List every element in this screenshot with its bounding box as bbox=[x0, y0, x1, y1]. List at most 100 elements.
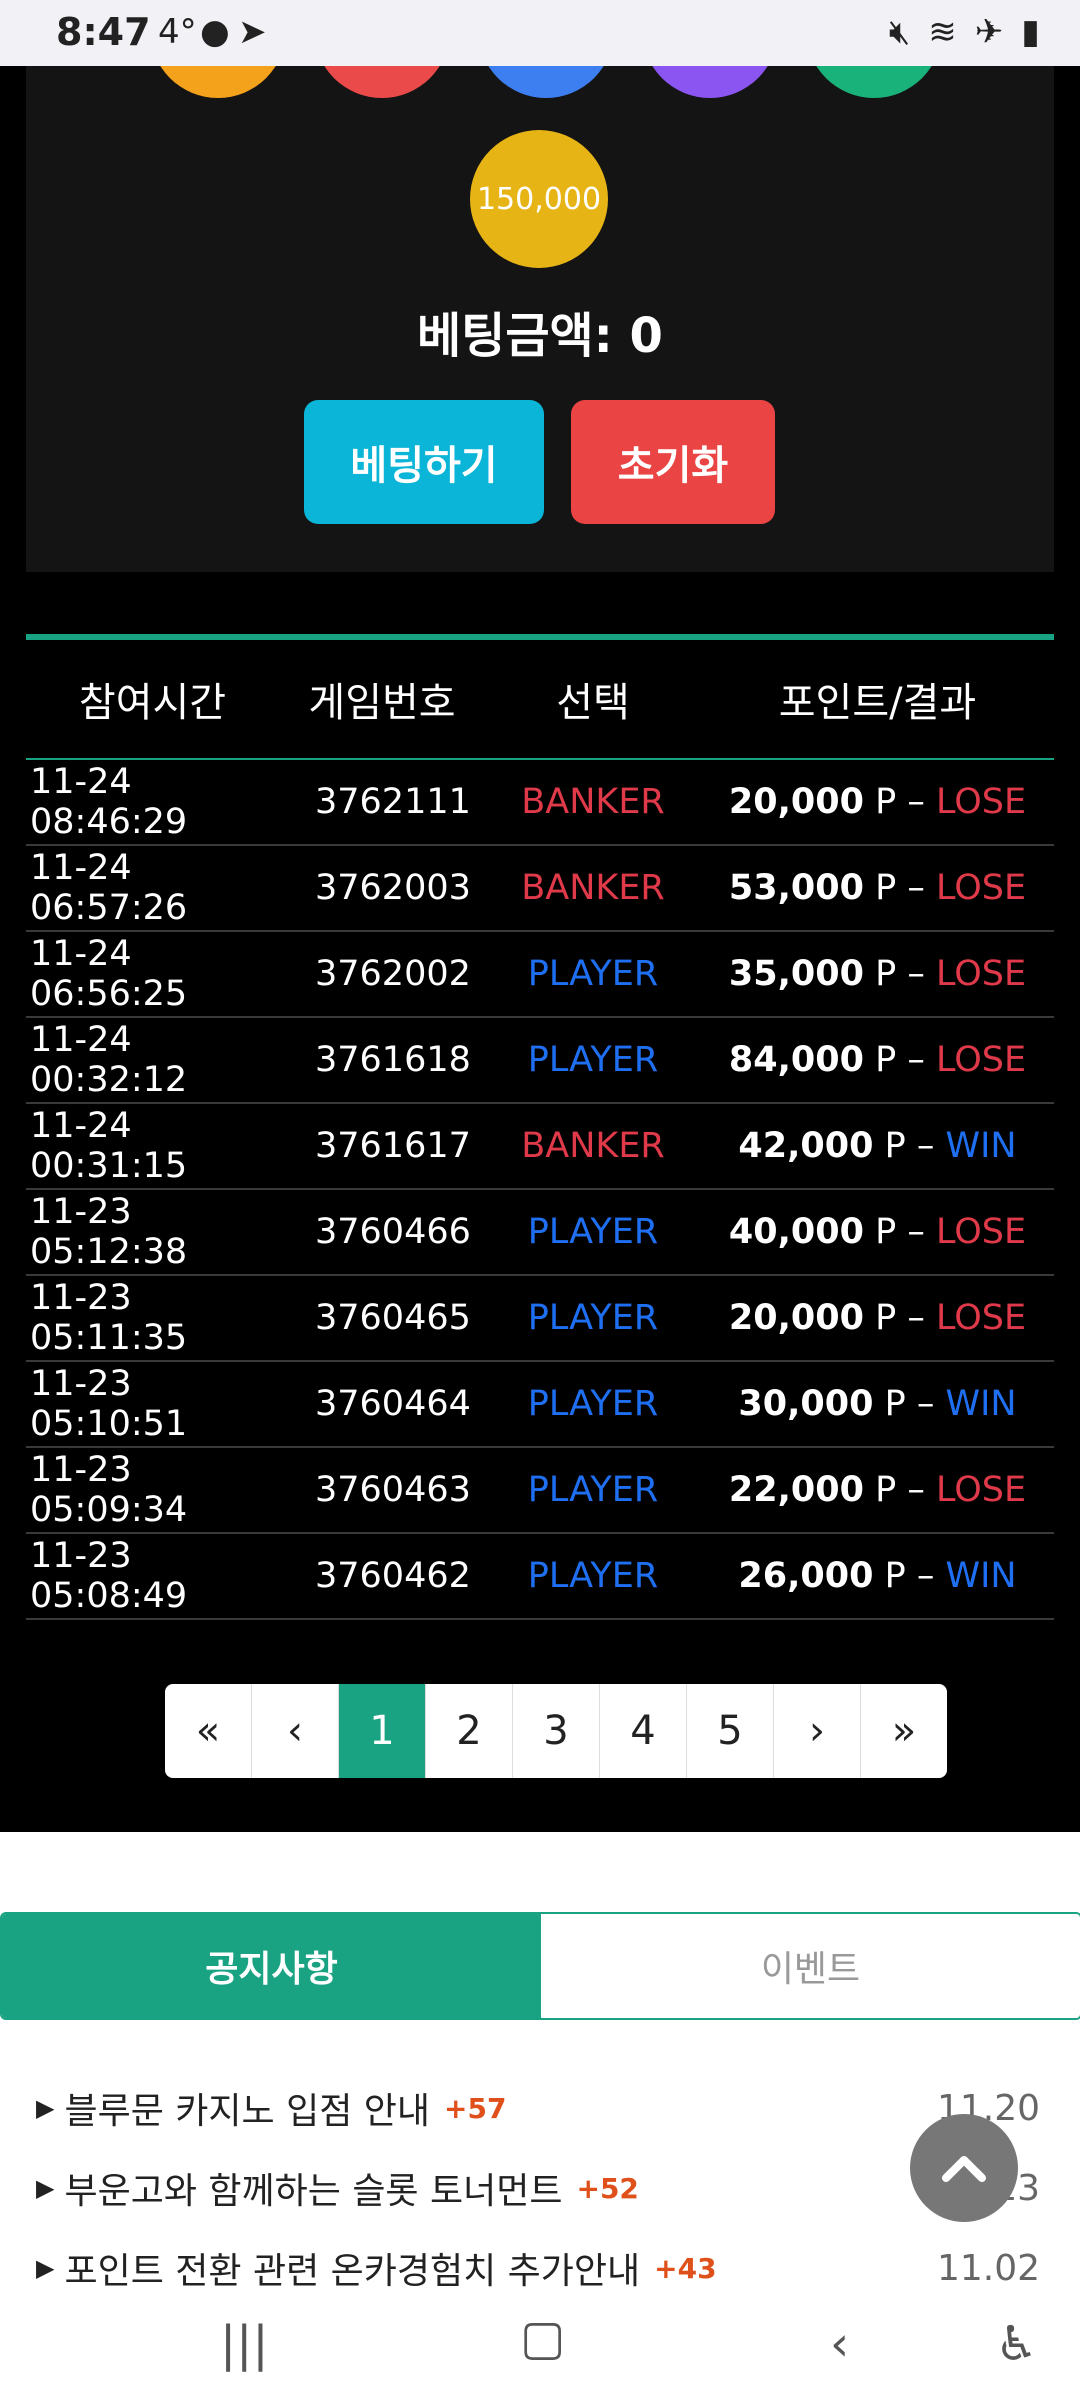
cell-game-number: 3762002 bbox=[315, 954, 471, 994]
comment-count: +43 bbox=[654, 2251, 717, 2285]
status-bar: 8:47 4° ● ➤ 🔇︎ ≋ ✈ ▮ bbox=[0, 0, 1080, 66]
result-value: WIN bbox=[945, 1556, 1017, 1596]
cell-time: 11-24 00:31:15 bbox=[30, 1106, 188, 1186]
tab-notices[interactable]: 공지사항 bbox=[2, 1914, 541, 2018]
page-button-5[interactable]: 5 bbox=[687, 1684, 774, 1778]
cell-time: 11-24 06:56:25 bbox=[30, 934, 188, 1014]
table-row: 11-23 05:10:51 3760464 PLAYER 30,000 P – WI… bbox=[26, 1362, 1054, 1448]
points-value: 20,000 bbox=[728, 1298, 864, 1338]
cell-game-number: 3760464 bbox=[315, 1384, 471, 1424]
points-value: 53,000 bbox=[728, 868, 864, 908]
chip-option[interactable] bbox=[478, 66, 614, 98]
caret-right-icon: ▶ bbox=[36, 2174, 55, 2202]
back-icon[interactable]: ‹ bbox=[830, 2316, 849, 2372]
cell-time: 11-24 06:57:26 bbox=[30, 848, 188, 928]
points-value: 42,000 bbox=[738, 1126, 874, 1166]
bet-panel: 150,000 베팅금액: 0 베팅하기 초기화 bbox=[26, 66, 1054, 572]
first-page-button[interactable]: « bbox=[165, 1684, 252, 1778]
table-row: 11-24 00:31:15 3761617 BANKER 42,000 P – WI… bbox=[26, 1104, 1054, 1190]
cell-choice: PLAYER bbox=[527, 1470, 659, 1510]
caret-right-icon: ▶ bbox=[36, 2254, 55, 2282]
page-button-1[interactable]: 1 bbox=[339, 1684, 426, 1778]
column-header-choice: 선택 bbox=[556, 680, 630, 726]
result-value: LOSE bbox=[935, 1040, 1027, 1080]
notice-item[interactable]: ▶ 부운고와 함께하는 슬롯 토너먼트 +52 11.13 bbox=[36, 2158, 1040, 2218]
chip-option[interactable] bbox=[150, 66, 286, 98]
notice-title[interactable]: 포인트 전환 관련 온카경험치 추가안내 bbox=[64, 2242, 640, 2294]
bet-amount-label: 베팅금액: 0 bbox=[417, 308, 663, 364]
notification-count: 4° bbox=[158, 12, 197, 52]
notice-item[interactable]: ▶ 블루문 카지노 입점 안내 +57 11.20 bbox=[36, 2078, 1040, 2138]
result-value: LOSE bbox=[935, 868, 1027, 908]
cell-choice: PLAYER bbox=[527, 954, 659, 994]
points-value: 22,000 bbox=[728, 1470, 864, 1510]
comment-count: +57 bbox=[444, 2091, 507, 2125]
comment-count: +52 bbox=[576, 2171, 639, 2205]
result-value: LOSE bbox=[935, 1298, 1027, 1338]
page-button-2[interactable]: 2 bbox=[426, 1684, 513, 1778]
next-page-button[interactable]: › bbox=[774, 1684, 861, 1778]
notice-title[interactable]: 부운고와 함께하는 슬롯 토너먼트 bbox=[64, 2162, 562, 2214]
points-unit: P bbox=[875, 1470, 897, 1510]
prev-page-button[interactable]: ‹ bbox=[252, 1684, 339, 1778]
bet-button[interactable]: 베팅하기 bbox=[304, 400, 544, 524]
cell-choice: PLAYER bbox=[527, 1384, 659, 1424]
points-unit: P bbox=[884, 1126, 906, 1166]
result-value: WIN bbox=[945, 1384, 1017, 1424]
cell-choice: PLAYER bbox=[527, 1212, 659, 1252]
table-row: 11-24 06:56:25 3762002 PLAYER 35,000 P – LO… bbox=[26, 932, 1054, 1018]
page-button-4[interactable]: 4 bbox=[600, 1684, 687, 1778]
column-header-result: 포인트/결과 bbox=[778, 680, 977, 726]
table-row: 11-23 05:08:49 3760462 PLAYER 26,000 P – WI… bbox=[26, 1534, 1054, 1620]
points-unit: P bbox=[875, 954, 897, 994]
cell-choice: BANKER bbox=[521, 868, 665, 908]
chevron-up-icon bbox=[942, 2156, 986, 2182]
page-button-3[interactable]: 3 bbox=[513, 1684, 600, 1778]
airplane-icon: ✈ bbox=[974, 12, 1004, 52]
system-nav-bar: ||| ▢ ‹ ♿︎ bbox=[0, 2292, 1080, 2408]
notice-title[interactable]: 블루문 카지노 입점 안내 bbox=[64, 2082, 430, 2134]
cell-time: 11-23 05:11:35 bbox=[30, 1278, 188, 1358]
points-value: 40,000 bbox=[728, 1212, 864, 1252]
result-value: LOSE bbox=[935, 1470, 1027, 1510]
mute-icon: 🔇︎ bbox=[888, 12, 911, 52]
telegram-icon: ➤ bbox=[238, 12, 267, 52]
accessibility-icon[interactable]: ♿︎ bbox=[995, 2316, 1038, 2372]
notice-item[interactable]: ▶ 포인트 전환 관련 온카경험치 추가안내 +43 11.02 bbox=[36, 2238, 1040, 2298]
points-unit: P bbox=[884, 1384, 906, 1424]
cell-game-number: 3761618 bbox=[315, 1040, 471, 1080]
table-header: 참여시간 게임번호 선택 포인트/결과 bbox=[26, 640, 1054, 760]
scroll-top-button[interactable] bbox=[910, 2114, 1018, 2222]
reset-button[interactable]: 초기화 bbox=[571, 400, 775, 524]
last-page-button[interactable]: » bbox=[861, 1684, 947, 1778]
cell-time: 11-24 00:32:12 bbox=[30, 1020, 188, 1100]
result-value: LOSE bbox=[935, 1212, 1027, 1252]
cell-result: 20,000 P – LOSE bbox=[728, 1298, 1027, 1338]
chip-option[interactable] bbox=[314, 66, 450, 98]
notice-section: 공지사항 이벤트 ▶ 블루문 카지노 입점 안내 +57 11.20 ▶ 부운고… bbox=[0, 1832, 1080, 2292]
home-icon[interactable]: ▢ bbox=[520, 2310, 565, 2366]
table-row: 11-23 05:11:35 3760465 PLAYER 20,000 P – LO… bbox=[26, 1276, 1054, 1362]
notice-tabs: 공지사항 이벤트 bbox=[0, 1912, 1080, 2020]
cell-result: 84,000 P – LOSE bbox=[728, 1040, 1027, 1080]
cell-choice: PLAYER bbox=[527, 1298, 659, 1338]
cell-choice: PLAYER bbox=[527, 1040, 659, 1080]
caret-right-icon: ▶ bbox=[36, 2094, 55, 2122]
chip-selected[interactable]: 150,000 bbox=[470, 130, 608, 268]
chip-option[interactable] bbox=[806, 66, 942, 98]
tab-events[interactable]: 이벤트 bbox=[541, 1914, 1080, 2018]
cell-result: 26,000 P – WIN bbox=[738, 1556, 1017, 1596]
cell-choice: BANKER bbox=[521, 782, 665, 822]
points-unit: P bbox=[875, 1212, 897, 1252]
chip-option[interactable] bbox=[642, 66, 778, 98]
cell-game-number: 3761617 bbox=[315, 1126, 471, 1166]
cell-game-number: 3760465 bbox=[315, 1298, 471, 1338]
notice-date: 11.02 bbox=[936, 2247, 1040, 2289]
cell-result: 30,000 P – WIN bbox=[738, 1384, 1017, 1424]
recent-apps-icon[interactable]: ||| bbox=[220, 2316, 269, 2372]
cell-time: 11-23 05:08:49 bbox=[30, 1536, 188, 1616]
cell-time: 11-24 08:46:29 bbox=[30, 762, 188, 842]
cell-result: 22,000 P – LOSE bbox=[728, 1470, 1027, 1510]
points-value: 20,000 bbox=[728, 782, 864, 822]
cell-choice: BANKER bbox=[521, 1126, 665, 1166]
